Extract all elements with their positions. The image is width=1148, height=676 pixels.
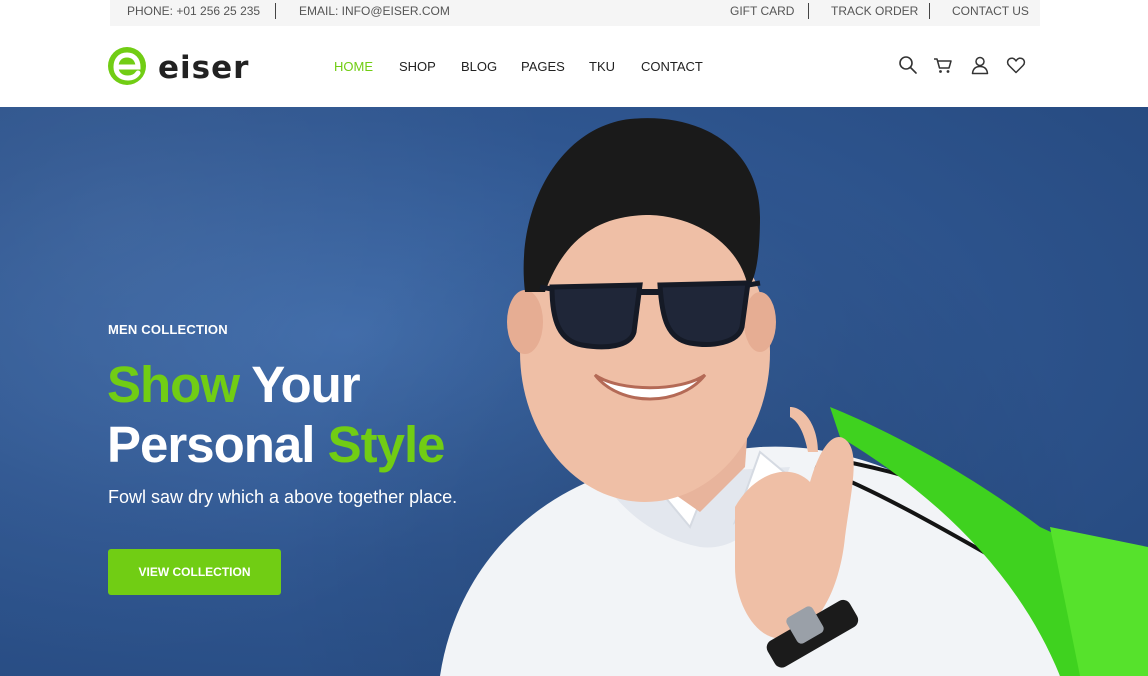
hero-subtitle: Fowl saw dry which a above together plac… — [108, 487, 458, 507]
cart-icon[interactable] — [933, 55, 953, 75]
nav-tku[interactable]: TKU — [589, 59, 615, 75]
nav-pages[interactable]: PAGES — [521, 59, 565, 75]
top-bar-divider — [808, 3, 809, 19]
email-text: EMAIL: INFO@EISER.COM — [299, 4, 450, 18]
logo-mark-icon — [108, 47, 146, 85]
hero-title: Show Your Personal Style — [107, 355, 446, 475]
search-icon[interactable] — [898, 55, 918, 75]
nav-home[interactable]: HOME — [334, 59, 373, 75]
contact-us-link[interactable]: CONTACT US — [952, 0, 1029, 26]
user-icon[interactable] — [970, 55, 990, 75]
hero-title-personal: Personal — [107, 416, 328, 473]
hero-title-style: Style — [327, 416, 446, 473]
site-header: eiser HOME SHOP BLOG PAGES TKU CONTACT — [0, 26, 1148, 107]
hero-kicker: MEN COLLECTION — [108, 322, 228, 337]
nav-shop[interactable]: SHOP — [399, 59, 436, 75]
heart-icon[interactable] — [1006, 55, 1026, 75]
view-collection-button[interactable]: VIEW COLLECTION — [108, 549, 281, 595]
hero-banner: MEN COLLECTION Show Your Personal Style … — [0, 107, 1148, 676]
top-bar-divider — [275, 3, 276, 19]
track-order-link[interactable]: TRACK ORDER — [831, 0, 918, 26]
hero-title-your: Your — [239, 356, 360, 413]
hero-title-show: Show — [107, 356, 240, 413]
logo-text: eiser — [158, 50, 250, 86]
nav-contact[interactable]: CONTACT — [641, 59, 703, 75]
nav-blog[interactable]: BLOG — [461, 59, 497, 75]
top-bar: PHONE: +01 256 25 235 EMAIL: INFO@EISER.… — [0, 0, 1148, 26]
top-bar-divider — [929, 3, 930, 19]
gift-card-link[interactable]: GIFT CARD — [730, 0, 794, 26]
phone-text: PHONE: +01 256 25 235 — [127, 4, 261, 18]
